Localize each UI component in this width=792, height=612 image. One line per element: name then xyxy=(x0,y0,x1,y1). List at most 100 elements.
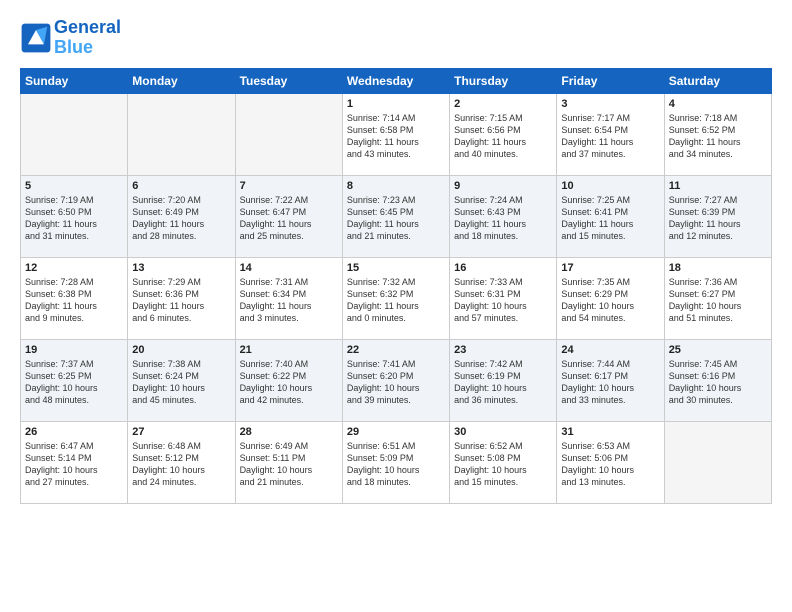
calendar-cell xyxy=(128,93,235,175)
weekday-header: Friday xyxy=(557,68,664,93)
calendar-cell: 5Sunrise: 7:19 AM Sunset: 6:50 PM Daylig… xyxy=(21,175,128,257)
calendar-cell: 3 Sunrise: 7:17 AM Sunset: 6:54 PM Daylig… xyxy=(557,93,664,175)
calendar-cell: 4Sunrise: 7:18 AM Sunset: 6:52 PM Daylig… xyxy=(664,93,771,175)
day-number: 18 xyxy=(669,262,767,274)
weekday-header: Sunday xyxy=(21,68,128,93)
calendar-cell: 1 Sunrise: 7:14 AM Sunset: 6:58 PM Daylig… xyxy=(342,93,449,175)
day-number: 5 xyxy=(25,180,123,192)
day-number: 7 xyxy=(240,180,338,192)
day-number: 11 xyxy=(669,180,767,192)
day-info: Sunrise: 6:53 AM Sunset: 5:06 PM Dayligh… xyxy=(561,440,659,489)
day-number: 1 xyxy=(347,98,445,110)
day-number: 3 xyxy=(561,98,659,110)
day-number: 16 xyxy=(454,262,552,274)
day-info: Sunrise: 7:24 AM Sunset: 6:43 PM Dayligh… xyxy=(454,194,552,243)
calendar-table: SundayMondayTuesdayWednesdayThursdayFrid… xyxy=(20,68,772,504)
calendar-cell: 12 Sunrise: 7:28 AM Sunset: 6:38 PM Dayli… xyxy=(21,257,128,339)
calendar-cell: 6 Sunrise: 7:20 AM Sunset: 6:49 PM Daylig… xyxy=(128,175,235,257)
day-info: Sunrise: 7:25 AM Sunset: 6:41 PM Dayligh… xyxy=(561,194,659,243)
day-number: 27 xyxy=(132,426,230,438)
day-number: 25 xyxy=(669,344,767,356)
day-info: Sunrise: 7:14 AM Sunset: 6:58 PM Dayligh… xyxy=(347,112,445,161)
calendar-cell: 29 Sunrise: 6:51 AM Sunset: 5:09 PM Dayli… xyxy=(342,421,449,503)
day-info: Sunrise: 7:29 AM Sunset: 6:36 PM Dayligh… xyxy=(132,276,230,325)
day-number: 29 xyxy=(347,426,445,438)
calendar-cell xyxy=(21,93,128,175)
calendar-cell: 18 Sunrise: 7:36 AM Sunset: 6:27 PM Dayli… xyxy=(664,257,771,339)
weekday-header: Thursday xyxy=(450,68,557,93)
day-number: 10 xyxy=(561,180,659,192)
day-number: 15 xyxy=(347,262,445,274)
calendar-cell: 10 Sunrise: 7:25 AM Sunset: 6:41 PM Dayli… xyxy=(557,175,664,257)
calendar-cell: 21Sunrise: 7:40 AM Sunset: 6:22 PM Dayli… xyxy=(235,339,342,421)
day-info: Sunrise: 7:45 AM Sunset: 6:16 PM Dayligh… xyxy=(669,358,767,407)
day-info: Sunrise: 7:44 AM Sunset: 6:17 PM Dayligh… xyxy=(561,358,659,407)
day-info: Sunrise: 7:17 AM Sunset: 6:54 PM Dayligh… xyxy=(561,112,659,161)
logo: General Blue xyxy=(20,18,121,58)
day-info: Sunrise: 7:28 AM Sunset: 6:38 PM Dayligh… xyxy=(25,276,123,325)
calendar-cell: 8 Sunrise: 7:23 AM Sunset: 6:45 PM Daylig… xyxy=(342,175,449,257)
day-number: 28 xyxy=(240,426,338,438)
calendar-cell: 19 Sunrise: 7:37 AM Sunset: 6:25 PM Dayli… xyxy=(21,339,128,421)
calendar-week-row: 1 Sunrise: 7:14 AM Sunset: 6:58 PM Daylig… xyxy=(21,93,772,175)
calendar-cell: 23Sunrise: 7:42 AM Sunset: 6:19 PM Dayli… xyxy=(450,339,557,421)
day-info: Sunrise: 6:47 AM Sunset: 5:14 PM Dayligh… xyxy=(25,440,123,489)
page: General Blue SundayMondayTuesdayWednesda… xyxy=(0,0,792,612)
weekday-header: Monday xyxy=(128,68,235,93)
calendar-week-row: 19 Sunrise: 7:37 AM Sunset: 6:25 PM Dayli… xyxy=(21,339,772,421)
calendar-cell: 13 Sunrise: 7:29 AM Sunset: 6:36 PM Dayli… xyxy=(128,257,235,339)
day-info: Sunrise: 6:52 AM Sunset: 5:08 PM Dayligh… xyxy=(454,440,552,489)
day-number: 12 xyxy=(25,262,123,274)
calendar-cell: 20 Sunrise: 7:38 AM Sunset: 6:24 PM Dayli… xyxy=(128,339,235,421)
day-number: 9 xyxy=(454,180,552,192)
calendar-cell: 14Sunrise: 7:31 AM Sunset: 6:34 PM Dayli… xyxy=(235,257,342,339)
calendar-cell: 16Sunrise: 7:33 AM Sunset: 6:31 PM Dayli… xyxy=(450,257,557,339)
calendar-cell: 30 Sunrise: 6:52 AM Sunset: 5:08 PM Dayli… xyxy=(450,421,557,503)
day-info: Sunrise: 7:36 AM Sunset: 6:27 PM Dayligh… xyxy=(669,276,767,325)
calendar-cell: 24 Sunrise: 7:44 AM Sunset: 6:17 PM Dayli… xyxy=(557,339,664,421)
calendar-cell: 22 Sunrise: 7:41 AM Sunset: 6:20 PM Dayli… xyxy=(342,339,449,421)
weekday-header: Wednesday xyxy=(342,68,449,93)
calendar-cell: 17 Sunrise: 7:35 AM Sunset: 6:29 PM Dayli… xyxy=(557,257,664,339)
day-number: 13 xyxy=(132,262,230,274)
day-info: Sunrise: 7:31 AM Sunset: 6:34 PM Dayligh… xyxy=(240,276,338,325)
day-info: Sunrise: 7:41 AM Sunset: 6:20 PM Dayligh… xyxy=(347,358,445,407)
day-info: Sunrise: 7:37 AM Sunset: 6:25 PM Dayligh… xyxy=(25,358,123,407)
day-number: 22 xyxy=(347,344,445,356)
day-info: Sunrise: 7:40 AM Sunset: 6:22 PM Dayligh… xyxy=(240,358,338,407)
day-info: Sunrise: 7:23 AM Sunset: 6:45 PM Dayligh… xyxy=(347,194,445,243)
calendar-week-row: 12 Sunrise: 7:28 AM Sunset: 6:38 PM Dayli… xyxy=(21,257,772,339)
logo-icon xyxy=(20,22,52,54)
day-info: Sunrise: 7:18 AM Sunset: 6:52 PM Dayligh… xyxy=(669,112,767,161)
logo-text-line1: General Blue xyxy=(54,18,121,58)
calendar-cell xyxy=(235,93,342,175)
calendar-cell: 28Sunrise: 6:49 AM Sunset: 5:11 PM Dayli… xyxy=(235,421,342,503)
calendar-cell: 9 Sunrise: 7:24 AM Sunset: 6:43 PM Daylig… xyxy=(450,175,557,257)
calendar-cell xyxy=(664,421,771,503)
day-info: Sunrise: 7:22 AM Sunset: 6:47 PM Dayligh… xyxy=(240,194,338,243)
day-info: Sunrise: 7:38 AM Sunset: 6:24 PM Dayligh… xyxy=(132,358,230,407)
calendar-cell: 31Sunrise: 6:53 AM Sunset: 5:06 PM Dayli… xyxy=(557,421,664,503)
header: General Blue xyxy=(20,18,772,58)
day-info: Sunrise: 7:32 AM Sunset: 6:32 PM Dayligh… xyxy=(347,276,445,325)
day-number: 30 xyxy=(454,426,552,438)
day-info: Sunrise: 6:48 AM Sunset: 5:12 PM Dayligh… xyxy=(132,440,230,489)
day-number: 20 xyxy=(132,344,230,356)
day-number: 6 xyxy=(132,180,230,192)
calendar-cell: 26Sunrise: 6:47 AM Sunset: 5:14 PM Dayli… xyxy=(21,421,128,503)
day-info: Sunrise: 7:42 AM Sunset: 6:19 PM Dayligh… xyxy=(454,358,552,407)
calendar-week-row: 26Sunrise: 6:47 AM Sunset: 5:14 PM Dayli… xyxy=(21,421,772,503)
day-number: 17 xyxy=(561,262,659,274)
day-info: Sunrise: 7:35 AM Sunset: 6:29 PM Dayligh… xyxy=(561,276,659,325)
calendar-cell: 15 Sunrise: 7:32 AM Sunset: 6:32 PM Dayli… xyxy=(342,257,449,339)
day-info: Sunrise: 6:51 AM Sunset: 5:09 PM Dayligh… xyxy=(347,440,445,489)
calendar-header-row: SundayMondayTuesdayWednesdayThursdayFrid… xyxy=(21,68,772,93)
day-info: Sunrise: 7:20 AM Sunset: 6:49 PM Dayligh… xyxy=(132,194,230,243)
day-number: 19 xyxy=(25,344,123,356)
day-info: Sunrise: 7:27 AM Sunset: 6:39 PM Dayligh… xyxy=(669,194,767,243)
weekday-header: Saturday xyxy=(664,68,771,93)
calendar-cell: 11 Sunrise: 7:27 AM Sunset: 6:39 PM Dayli… xyxy=(664,175,771,257)
day-number: 24 xyxy=(561,344,659,356)
calendar-cell: 7 Sunrise: 7:22 AM Sunset: 6:47 PM Daylig… xyxy=(235,175,342,257)
day-number: 8 xyxy=(347,180,445,192)
